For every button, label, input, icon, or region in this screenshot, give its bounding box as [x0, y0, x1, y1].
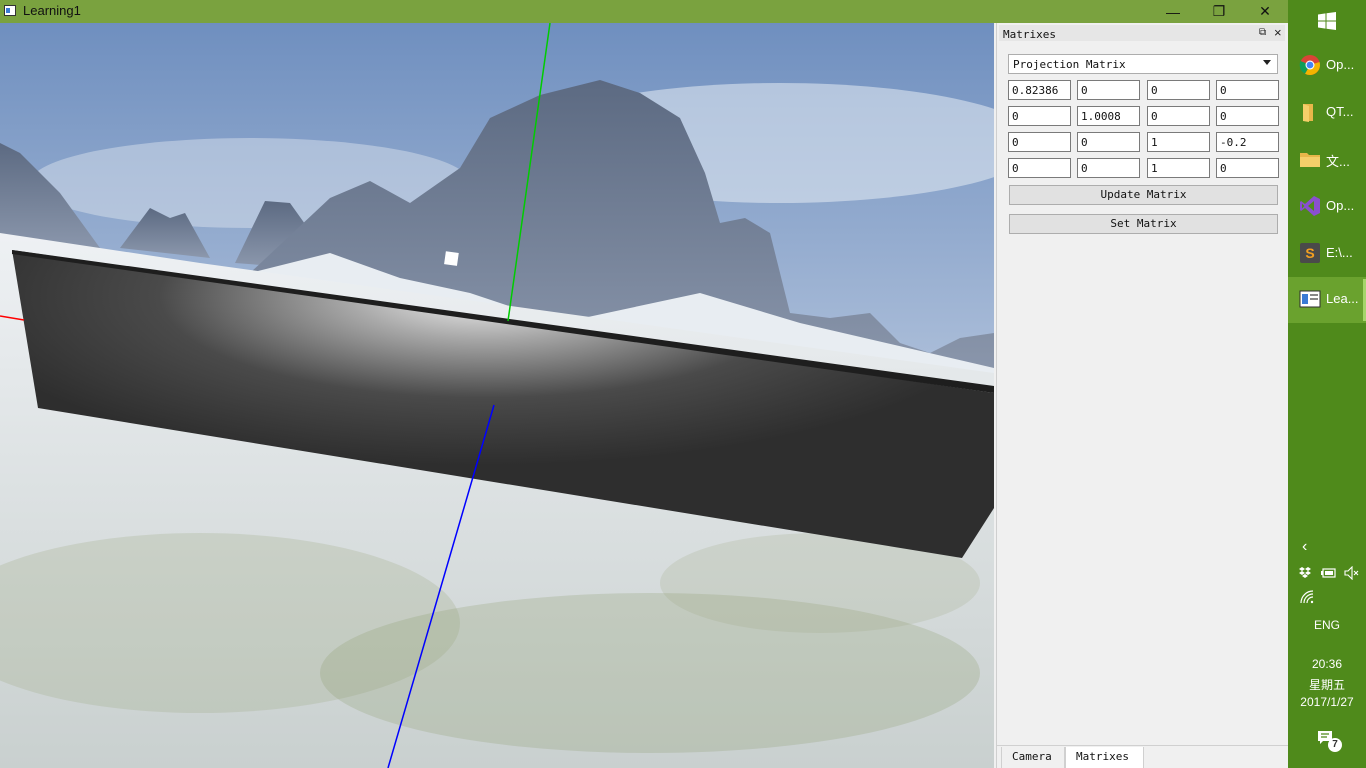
taskbar: Op... QT... 文... Op... S E:\... Lea... ‹…	[1288, 0, 1366, 768]
taskbar-item-sublime[interactable]: S E:\...	[1288, 231, 1366, 277]
minimize-button[interactable]: —	[1150, 0, 1196, 23]
chrome-icon	[1299, 55, 1320, 76]
tab-camera[interactable]: Camera	[1001, 747, 1065, 768]
dock-title: Matrixes	[1003, 28, 1056, 41]
dock-tabs: Camera Matrixes	[997, 745, 1289, 768]
clock-date[interactable]: 2017/1/27	[1288, 695, 1366, 709]
start-button[interactable]	[1288, 0, 1366, 42]
matrix-cell-r0c1[interactable]: 0	[1077, 80, 1140, 100]
app-window-icon	[1299, 290, 1321, 308]
taskbar-item-label: Lea...	[1326, 291, 1359, 306]
matrix-cell-r2c3[interactable]: -0.2	[1216, 132, 1279, 152]
wifi-icon[interactable]	[1300, 590, 1314, 604]
matrix-cell-r3c0[interactable]: 0	[1008, 158, 1071, 178]
speaker-muted-icon[interactable]	[1344, 566, 1360, 580]
app-window-icon	[4, 5, 16, 16]
taskbar-item-label: Op...	[1326, 198, 1355, 213]
set-matrix-button[interactable]: Set Matrix	[1009, 214, 1278, 234]
visual-studio-icon	[1300, 196, 1320, 216]
matrix-cell-r2c1[interactable]: 0	[1077, 132, 1140, 152]
matrix-cell-r1c1[interactable]: 1.0008	[1077, 106, 1140, 126]
tab-matrixes[interactable]: Matrixes	[1065, 747, 1144, 768]
scene-render[interactable]	[0, 23, 994, 768]
taskbar-item-chrome[interactable]: Op...	[1288, 43, 1366, 89]
battery-icon[interactable]	[1321, 567, 1337, 579]
taskbar-item-label: 文...	[1326, 154, 1350, 169]
matrix-type-select[interactable]: Projection Matrix	[1008, 54, 1278, 74]
chevron-down-icon	[1263, 60, 1271, 65]
matrix-cell-r2c2[interactable]: 1	[1147, 132, 1210, 152]
taskbar-item-learning1[interactable]: Lea...	[1288, 277, 1366, 323]
matrix-cell-r0c2[interactable]: 0	[1147, 80, 1210, 100]
3d-viewport[interactable]	[0, 23, 994, 768]
sublime-text-icon: S	[1300, 243, 1320, 263]
taskbar-item-label: E:\...	[1326, 245, 1353, 260]
matrix-cell-r1c3[interactable]: 0	[1216, 106, 1279, 126]
maximize-button[interactable]: ❐	[1196, 0, 1242, 23]
input-language[interactable]: ENG	[1288, 618, 1366, 632]
taskbar-item-label: Op...	[1326, 57, 1355, 72]
matrixes-dock: Matrixes ⧉ × Projection Matrix 0.82386 0…	[996, 23, 1289, 768]
dropbox-icon[interactable]	[1298, 566, 1312, 580]
folder-icon	[1303, 104, 1313, 122]
notification-count-badge: 7	[1328, 738, 1342, 752]
light-marker	[444, 251, 459, 266]
app-window: Learning1 — ❐ ✕ Matrixes ⧉ × Projection …	[0, 0, 1289, 768]
matrix-cell-r2c0[interactable]: 0	[1008, 132, 1071, 152]
matrix-cell-r0c3[interactable]: 0	[1216, 80, 1279, 100]
matrix-cell-r3c2[interactable]: 1	[1147, 158, 1210, 178]
matrix-cell-r1c0[interactable]: 0	[1008, 106, 1071, 126]
float-icon[interactable]: ⧉	[1259, 27, 1266, 38]
taskbar-item-qt-folder[interactable]: QT...	[1288, 90, 1366, 136]
clock-time[interactable]: 20:36	[1288, 657, 1366, 671]
taskbar-item-visual-studio[interactable]: Op...	[1288, 184, 1366, 230]
matrix-cell-r1c2[interactable]: 0	[1147, 106, 1210, 126]
close-icon[interactable]: ×	[1274, 25, 1282, 40]
title-bar[interactable]: Learning1 — ❐ ✕	[0, 0, 1288, 23]
matrix-cell-r3c1[interactable]: 0	[1077, 158, 1140, 178]
window-title: Learning1	[23, 3, 81, 18]
svg-text:S: S	[1305, 245, 1314, 261]
windows-icon	[1318, 12, 1336, 30]
folder-icon	[1300, 153, 1320, 167]
matrix-cell-r0c0[interactable]: 0.82386	[1008, 80, 1071, 100]
close-button[interactable]: ✕	[1242, 0, 1288, 23]
taskbar-item-label: QT...	[1326, 104, 1354, 119]
clock-day[interactable]: 星期五	[1288, 676, 1366, 693]
matrix-cell-r3c3[interactable]: 0	[1216, 158, 1279, 178]
chevron-left-icon[interactable]: ‹	[1302, 538, 1307, 556]
taskbar-item-folder[interactable]: 文...	[1288, 137, 1366, 183]
update-matrix-button[interactable]: Update Matrix	[1009, 185, 1278, 205]
matrix-type-value: Projection Matrix	[1013, 58, 1126, 71]
